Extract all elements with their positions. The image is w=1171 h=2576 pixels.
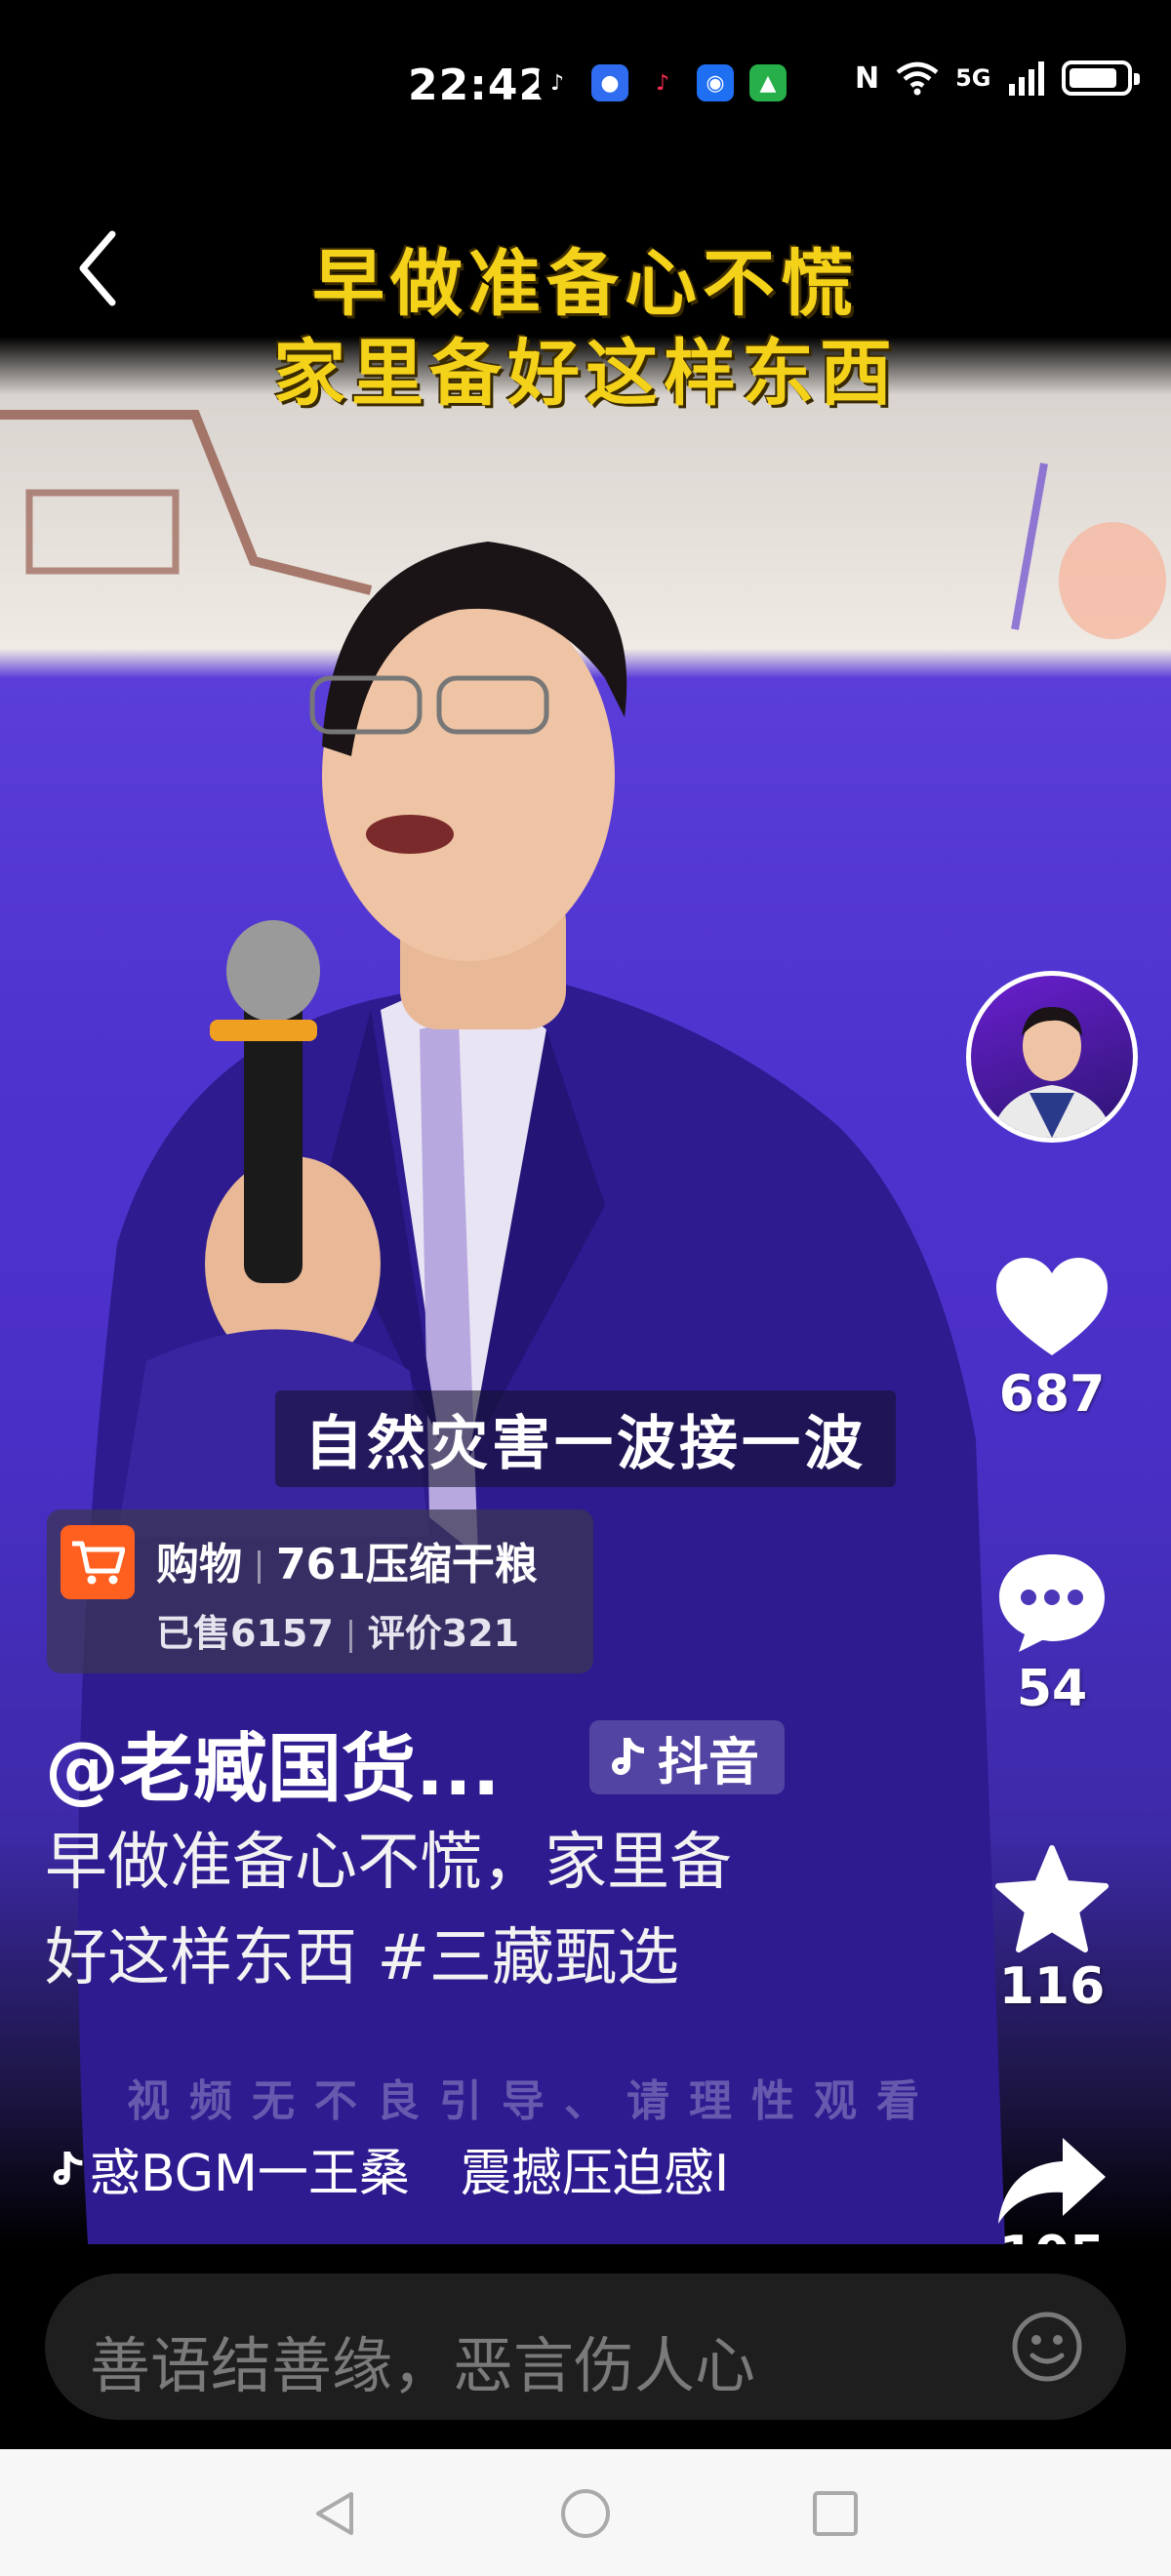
brand-text: 抖音 xyxy=(658,1733,760,1792)
product-card[interactable]: 购物 761压缩干粮 已售6157 评价321 xyxy=(47,1509,593,1673)
nav-back-icon[interactable] xyxy=(308,2486,363,2541)
battery-icon xyxy=(1061,60,1140,96)
baidu-notification-icon: ● xyxy=(591,64,628,101)
share-count: 105 xyxy=(966,2226,1138,2244)
heart-icon xyxy=(996,1258,1108,1355)
product-reviews: 评价321 xyxy=(367,1612,520,1655)
music-note-icon xyxy=(53,2151,83,2185)
system-indicators: N 5G xyxy=(855,60,1140,96)
douyin-badge: 抖音 xyxy=(589,1720,786,1794)
app-notification-icon: ◉ xyxy=(697,64,734,101)
author-avatar[interactable] xyxy=(966,971,1138,1143)
notification-icons: ♪ ● ♪ ◉ ▲ xyxy=(539,64,787,101)
author-name[interactable]: @老臧国货... xyxy=(45,1709,501,1816)
like-button[interactable]: 687 xyxy=(966,1254,1138,1424)
share-arrow-icon xyxy=(998,2138,1106,2224)
video-caption[interactable]: 早做准备心不慌，家里备好这样东西 #三藏甄选 xyxy=(45,1815,787,2006)
avatar-portrait xyxy=(990,1007,1113,1138)
video-player[interactable]: 早做准备心不慌 家里备好这样东西 自然灾害一波接一波 687 54 116 购物… xyxy=(0,171,1171,2244)
tiktok-logo-icon xyxy=(612,1738,644,1775)
video-title-line1: 早做准备心不慌 xyxy=(312,242,859,326)
system-nav-bar xyxy=(0,2449,1171,2576)
status-time: 22:42 xyxy=(408,60,550,110)
product-stats-row: 已售6157 评价321 xyxy=(156,1603,519,1657)
video-title-line2: 家里备好这样东西 xyxy=(273,332,898,416)
like-count: 687 xyxy=(998,1365,1106,1424)
comment-placeholder: 善语结善缘，恶言伤人心 xyxy=(90,2330,756,2401)
favorite-button[interactable]: 116 xyxy=(966,1844,1138,2016)
comment-button[interactable]: 54 xyxy=(966,1549,1138,1718)
tiktok-lite-notification-icon: ♪ xyxy=(644,64,681,101)
share-button[interactable]: 105 xyxy=(966,2134,1138,2244)
video-overlay-title: 早做准备心不慌 家里备好这样东西 xyxy=(0,239,1171,419)
nav-home-icon[interactable] xyxy=(558,2486,613,2541)
nfc-icon: N xyxy=(855,60,880,96)
tiktok-notification-icon: ♪ xyxy=(539,64,576,101)
green-app-notification-icon: ▲ xyxy=(749,64,787,101)
comment-input[interactable]: 善语结善缘，恶言伤人心 xyxy=(45,2274,1126,2420)
star-icon xyxy=(995,1845,1109,1952)
wifi-icon xyxy=(896,61,939,96)
cell-signal-icon xyxy=(1008,61,1044,96)
product-title-row: 购物 761压缩干粮 xyxy=(156,1529,538,1591)
emoji-icon[interactable] xyxy=(1011,2311,1083,2383)
subtitle-text: 自然灾害一波接一波 xyxy=(275,1390,896,1487)
product-sold: 已售6157 xyxy=(156,1612,334,1655)
product-tag: 购物 xyxy=(156,1540,242,1590)
nav-recents-icon[interactable] xyxy=(808,2486,863,2541)
shopping-cart-icon xyxy=(61,1525,135,1599)
comment-bar: 善语结善缘，恶言伤人心 xyxy=(0,2244,1171,2449)
comment-count: 54 xyxy=(1016,1660,1088,1718)
content-warning: 视频无不良引导、请理性观看 xyxy=(127,2076,939,2126)
comment-bubble-icon xyxy=(999,1554,1105,1652)
status-bar: 22:42 ♪ ● ♪ ◉ ▲ N 5G xyxy=(0,0,1171,171)
music-info[interactable]: 惑BGM一王桑 震撼压迫感I xyxy=(51,2132,729,2205)
music-title: 惑BGM一王桑 震撼压迫感I xyxy=(90,2145,730,2203)
network-type: 5G xyxy=(955,64,991,92)
favorite-count: 116 xyxy=(998,1957,1106,2016)
product-name: 761压缩干粮 xyxy=(276,1540,538,1590)
